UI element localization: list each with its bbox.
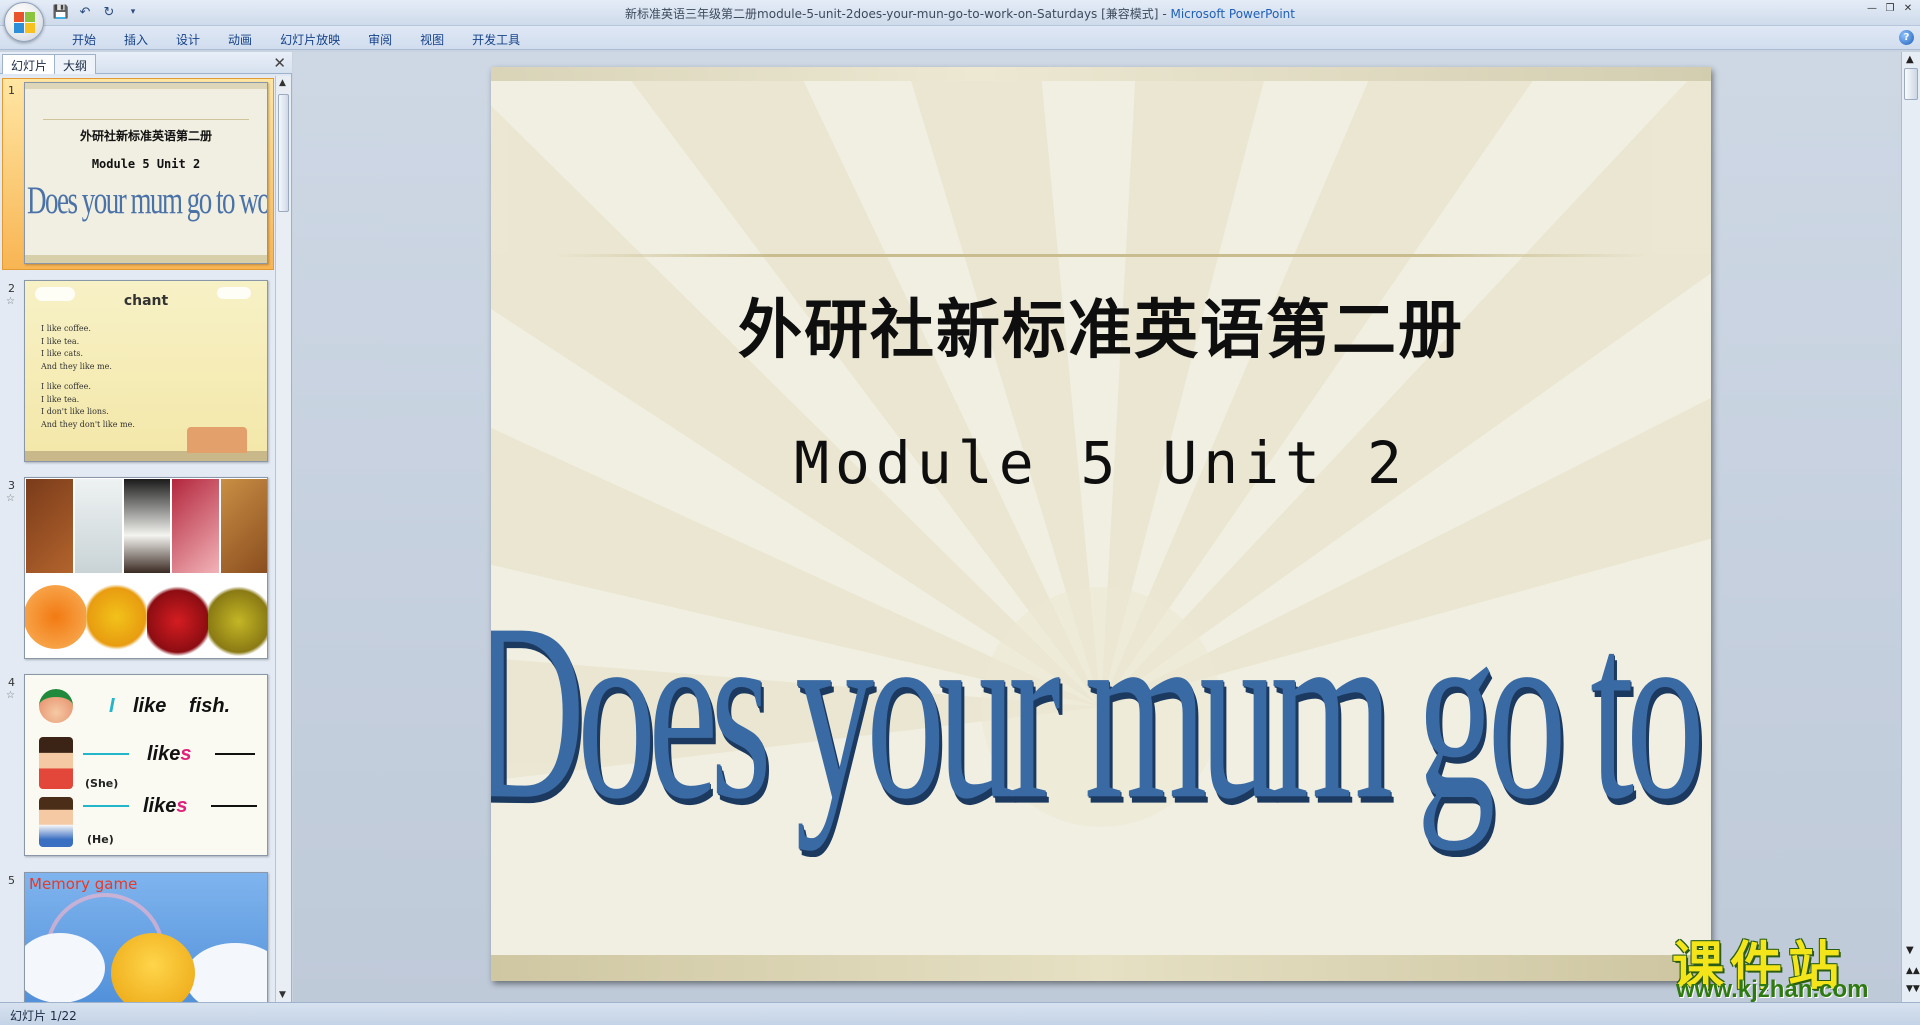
thumbnail-scrollbar[interactable]: ▲ ▼ <box>275 76 291 1002</box>
tab-design[interactable]: 设计 <box>162 29 214 50</box>
photo-noodles <box>220 478 267 574</box>
document-title: 新标准英语三年级第二册module-5-unit-2does-your-mun-… <box>625 7 1159 21</box>
slide-counter: 幻灯片 1/22 <box>10 1009 77 1023</box>
scroll-up-icon[interactable]: ▲ <box>279 78 286 88</box>
photo-rice <box>122 478 172 574</box>
slide-subtitle[interactable]: Module 5 Unit 2 <box>491 429 1711 497</box>
slides-pane: 幻灯片 大纲 ✕ 1 外研社新标准英语第二册 Module 5 Unit 2 D… <box>0 52 292 1002</box>
word-i: I <box>109 695 115 717</box>
photo-fish <box>25 478 74 574</box>
minimize-icon[interactable]: — <box>1864 2 1880 16</box>
window-title: 新标准英语三年级第二册module-5-unit-2does-your-mun-… <box>0 5 1920 22</box>
tab-outline[interactable]: 大纲 <box>54 54 97 74</box>
tab-view[interactable]: 视图 <box>406 29 458 50</box>
slide-thumbnail-2[interactable]: chant I like coffee. I like tea. I like … <box>24 280 268 462</box>
title-separator: - <box>1158 7 1171 21</box>
top-band <box>491 67 1711 81</box>
scroll-down-icon[interactable]: ▼ <box>279 990 286 1000</box>
chant-lines: I like coffee. I like tea. I like cats. … <box>41 323 135 431</box>
close-icon[interactable]: ✕ <box>1900 2 1916 16</box>
thumbnail-subtitle: Module 5 Unit 2 <box>91 157 201 171</box>
scroll-down-icon[interactable]: ▼ <box>1906 945 1914 956</box>
pooh-bear-image <box>111 933 195 1002</box>
slide-headline[interactable]: Does your mum go to work on Saturdays? <box>491 567 1711 858</box>
slide-number: 5 <box>8 874 15 887</box>
animation-star-icon: ☆ <box>6 690 15 701</box>
photo-apple <box>147 574 208 658</box>
scroll-thumb[interactable] <box>278 94 289 212</box>
window-controls: — ❐ ✕ <box>1864 2 1916 16</box>
site-watermark: 课件站 www.kjzhan.com <box>1664 924 1894 1003</box>
restore-icon[interactable]: ❐ <box>1882 2 1898 16</box>
slide-thumbnail-3[interactable] <box>24 477 268 659</box>
chant-line: I like coffee. <box>41 382 91 391</box>
chant-line: And they like me. <box>41 361 112 371</box>
fruit-photo-grid <box>25 574 267 658</box>
close-pane-icon[interactable]: ✕ <box>273 54 286 72</box>
ribbon-tabs: 开始 插入 设计 动画 幻灯片放映 审阅 视图 开发工具 <box>58 29 534 50</box>
tab-slides[interactable]: 幻灯片 <box>2 54 57 74</box>
chant-line: And they don't like me. <box>41 419 135 429</box>
slide-number: 3 <box>8 479 15 492</box>
slide-number: 2 <box>8 282 15 295</box>
slide-thumbnail-1[interactable]: 外研社新标准英语第二册 Module 5 Unit 2 Does your mu… <box>24 82 268 264</box>
thumbnail-title: 外研社新标准英语第二册 <box>79 129 212 143</box>
next-slide-icon[interactable]: ▼▼ <box>1906 984 1920 994</box>
tab-home[interactable]: 开始 <box>58 29 110 50</box>
status-bar: 幻灯片 1/22 <box>0 1002 1920 1025</box>
slide-number: 1 <box>8 84 15 97</box>
animation-star-icon: ☆ <box>6 493 15 504</box>
he-label: (He) <box>87 833 114 846</box>
bottom-band <box>491 955 1711 981</box>
scroll-up-icon[interactable]: ▲ <box>1906 54 1914 65</box>
animation-star-icon: ☆ <box>6 296 15 307</box>
slide-thumbnail-4[interactable]: I like fish. likes (She) likes (He) <box>24 674 268 856</box>
slide-title[interactable]: 外研社新标准英语第二册 <box>491 279 1711 371</box>
tab-slideshow[interactable]: 幻灯片放映 <box>266 29 354 50</box>
slide-number: 4 <box>8 676 15 689</box>
tab-insert[interactable]: 插入 <box>110 29 162 50</box>
photo-orange <box>25 574 86 658</box>
photo-meat <box>171 478 221 574</box>
chant-line: I like tea. <box>41 336 80 346</box>
slide-thumbnail-5[interactable]: Memory game <box>24 872 268 1002</box>
boy-avatar <box>39 689 73 723</box>
tab-developer[interactable]: 开发工具 <box>458 29 534 50</box>
thumbnail-title: Memory game <box>29 875 138 893</box>
suffix-s: s <box>176 795 188 817</box>
watermark-url: www.kjzhan.com <box>1676 976 1869 1003</box>
title-rule <box>553 254 1649 257</box>
pane-tabs: 幻灯片 大纲 ✕ <box>0 52 292 74</box>
photo-pear <box>208 574 267 658</box>
chant-line: I like cats. <box>41 349 84 358</box>
suffix-s: s <box>180 743 192 765</box>
previous-slide-icon[interactable]: ▲▲ <box>1906 966 1920 976</box>
word-like: like <box>143 795 177 817</box>
help-icon[interactable]: ? <box>1899 30 1914 45</box>
photo-milk <box>73 478 123 574</box>
she-label: (She) <box>85 777 119 790</box>
title-bar: 💾 ↶ ↻ ▾ 新标准英语三年级第二册module-5-unit-2does-y… <box>0 0 1920 26</box>
slide-thumbnail-list: 1 外研社新标准英语第二册 Module 5 Unit 2 Does your … <box>0 76 276 1002</box>
tab-review[interactable]: 审阅 <box>354 29 406 50</box>
ribbon: 开始 插入 设计 动画 幻灯片放映 审阅 视图 开发工具 ? <box>0 26 1920 50</box>
chant-line: I like coffee. <box>41 324 91 333</box>
thumbnail-headline: Does your mum go to work on Saturdays? <box>27 178 268 222</box>
editor-scrollbar[interactable]: ▲ ▼ ▲▲ ▼▼ <box>1901 52 1920 1002</box>
girl-avatar <box>39 737 73 789</box>
tab-animations[interactable]: 动画 <box>214 29 266 50</box>
word-like: like <box>133 695 167 717</box>
office-button[interactable] <box>4 2 44 42</box>
chant-line: I don't like lions. <box>41 407 109 416</box>
photo-banana <box>86 574 147 658</box>
word-like: like <box>147 743 181 765</box>
app-name: Microsoft PowerPoint <box>1170 7 1295 21</box>
chant-line: I like tea. <box>41 394 80 404</box>
office-logo-icon <box>14 12 36 34</box>
thumbnail-title: chant <box>123 293 169 309</box>
current-slide[interactable]: 外研社新标准英语第二册 Module 5 Unit 2 Does your mu… <box>491 67 1711 981</box>
scroll-thumb[interactable] <box>1904 68 1918 100</box>
word-fish: fish. <box>189 695 231 717</box>
man-avatar <box>39 797 73 847</box>
